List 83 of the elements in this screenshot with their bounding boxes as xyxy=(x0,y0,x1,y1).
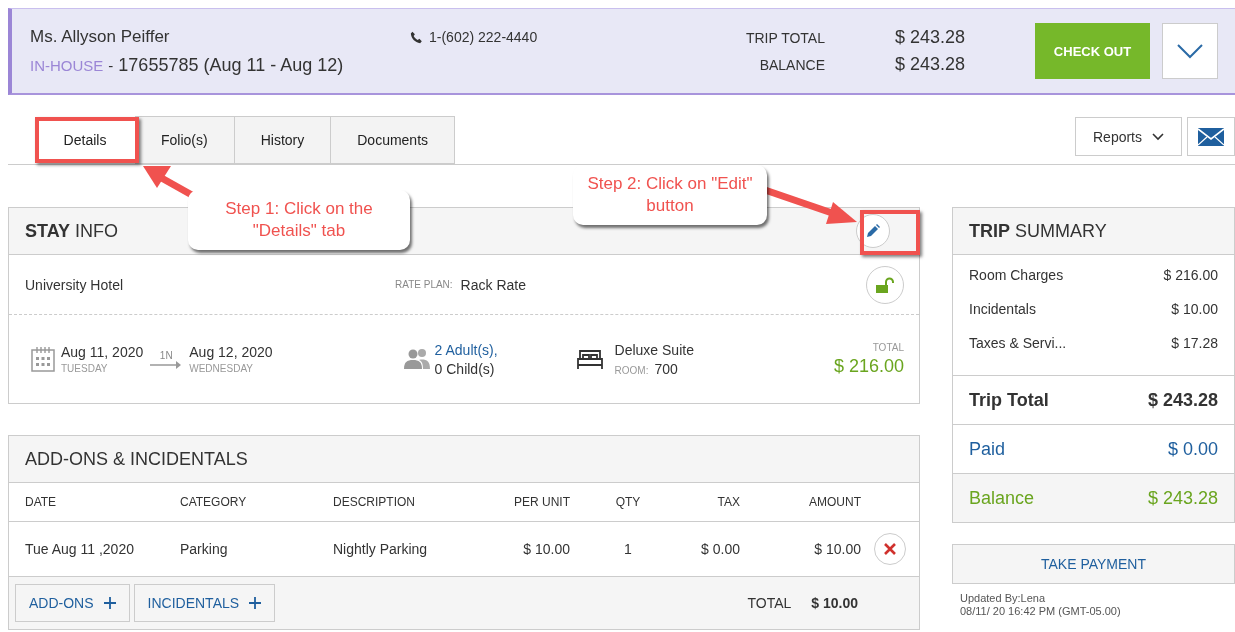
status-label: IN-HOUSE xyxy=(30,56,104,74)
take-payment-button[interactable]: TAKE PAYMENT xyxy=(952,544,1235,584)
stay-total: $ 216.00 xyxy=(833,355,904,377)
column-header: PER UNIT xyxy=(513,495,570,509)
updated-by: Updated By:Lena xyxy=(960,592,1046,605)
pencil-icon xyxy=(866,224,880,238)
arrow-icon xyxy=(150,360,183,369)
charge-label: Room Charges xyxy=(969,267,1064,285)
tab[interactable]: Folio(s) xyxy=(135,116,235,164)
room-type: Deluxe Suite xyxy=(614,341,694,358)
check-out-date: Aug 12, 2020 xyxy=(189,344,273,360)
summary-label: Balance xyxy=(969,487,1035,509)
guest-name: Ms. Allyson Peiffer xyxy=(30,26,171,47)
callout: Step 1: Click on the "Details" tab xyxy=(188,190,410,250)
table-cell-text: Parking xyxy=(180,541,229,557)
summary-amount: $ 243.28 xyxy=(1147,487,1218,509)
total-label: TRIP TOTAL xyxy=(745,29,825,46)
addons-total: $ 10.00 xyxy=(811,595,858,611)
summary-label: Paid xyxy=(969,438,1006,460)
table-cell-text: Tue Aug 11 ,2020 xyxy=(25,541,135,557)
reservation-number: 17655785 (Aug 11 - Aug 12) xyxy=(118,54,344,76)
charge-label: Incidentals xyxy=(969,301,1036,319)
calendar-icon xyxy=(31,346,55,372)
hotel-name: University Hotel xyxy=(25,276,125,293)
charge-label: Taxes & Servi... xyxy=(969,335,1067,353)
check-out-day: WEDNESDAY xyxy=(189,363,273,374)
rate-plan: Rack Rate xyxy=(460,276,526,293)
close-icon xyxy=(884,543,896,555)
panel-title: ADD-ONS & INCIDENTALS xyxy=(25,448,248,470)
plus-icon xyxy=(249,597,262,609)
charge-amount: $ 10.00 xyxy=(1171,301,1218,319)
phone-icon xyxy=(410,30,423,44)
table-cell-text: $ 10.00 xyxy=(813,541,861,557)
column-header: CATEGORY xyxy=(180,495,248,509)
total-label: TOTAL xyxy=(872,341,904,353)
panel-title: STAY INFO xyxy=(25,220,119,242)
phone-number: 1-(602) 222-4440 xyxy=(429,29,538,45)
rate-plan-label: RATE PLAN: xyxy=(395,279,453,290)
check-in-date: Aug 11, 2020 xyxy=(61,344,144,360)
reports-dropdown[interactable]: Reports xyxy=(1075,117,1182,156)
summary-amount: $ 243.28 xyxy=(1147,389,1218,411)
highlight-frame xyxy=(860,210,920,255)
check-in-day: TUESDAY xyxy=(61,363,144,374)
total-label: TOTAL xyxy=(747,595,792,611)
charge-amount: $ 216.00 xyxy=(1163,267,1218,285)
people-icon xyxy=(403,348,430,370)
envelope-icon xyxy=(1198,127,1224,146)
separator: - xyxy=(108,56,114,74)
adults-link[interactable]: 2 Adult(s), xyxy=(434,341,577,358)
lock-button[interactable] xyxy=(866,265,904,304)
column-header: QTY xyxy=(614,495,642,509)
column-header: AMOUNT xyxy=(808,495,861,509)
summary-amount: $ 0.00 xyxy=(1167,438,1218,460)
column-header: DATE xyxy=(25,495,58,509)
table-cell-text: $ 10.00 xyxy=(522,541,570,557)
expand-button[interactable] xyxy=(1162,23,1218,79)
charge-amount: $ 17.28 xyxy=(1171,335,1218,353)
children-count: 0 Child(s) xyxy=(434,360,496,377)
add-button[interactable]: INCIDENTALS xyxy=(133,584,276,622)
column-header: TAX xyxy=(716,495,740,509)
plus-icon xyxy=(103,597,116,609)
caret-icon xyxy=(1152,132,1164,141)
chevron-down-icon xyxy=(1176,43,1204,59)
panel-title: TRIP SUMMARY xyxy=(969,220,1107,242)
tab[interactable]: History xyxy=(234,116,332,164)
table-cell-text: Nightly Parking xyxy=(333,541,429,557)
nights-count: 1N xyxy=(159,349,173,361)
total-label: BALANCE xyxy=(758,56,825,73)
room-label: ROOM: xyxy=(614,364,649,376)
email-button[interactable] xyxy=(1187,117,1235,156)
callout: Step 2: Click on "Edit" button xyxy=(573,165,767,225)
column-header: DESCRIPTION xyxy=(333,495,416,509)
delete-button[interactable] xyxy=(874,533,906,565)
total-value: $ 243.28 xyxy=(895,27,967,48)
room-number: 700 xyxy=(654,360,678,377)
table-cell-text: $ 0.00 xyxy=(700,541,740,557)
add-button[interactable]: ADD-ONS xyxy=(15,584,130,622)
summary-label: Trip Total xyxy=(969,389,1049,411)
tab[interactable]: Documents xyxy=(331,116,456,164)
bed-icon xyxy=(576,348,603,370)
table-cell-text: 1 xyxy=(623,541,633,557)
total-value: $ 243.28 xyxy=(895,54,967,75)
updated-time: 08/11/ 20 16:42 PM (GMT-05.00) xyxy=(960,605,1122,618)
